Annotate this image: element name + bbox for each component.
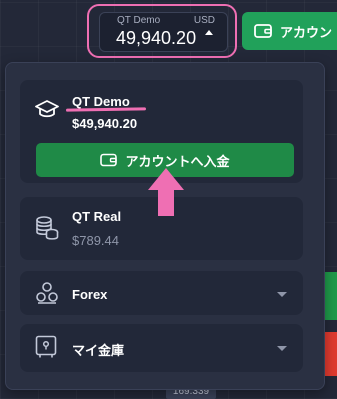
topup-button-label: アカウン — [280, 24, 333, 40]
topup-button[interactable]: アカウン — [242, 12, 337, 50]
caret-up-icon — [205, 30, 213, 35]
safe-row[interactable] — [20, 324, 303, 372]
chevron-down-icon — [277, 346, 287, 351]
real-account-title: QT Real — [72, 209, 122, 224]
chart-candle-red — [325, 332, 337, 376]
wallet-icon — [100, 153, 118, 167]
account-currency: USD — [193, 15, 215, 26]
chart-candle-green — [325, 272, 337, 320]
forex-label: Forex — [72, 287, 108, 302]
real-account-balance: $789.44 — [72, 233, 119, 248]
wallet-icon — [254, 23, 272, 39]
graduation-cap-icon — [35, 99, 59, 119]
safe-label: マイ金庫 — [72, 343, 125, 358]
forex-row[interactable] — [20, 271, 303, 315]
account-mode-label: QT Demo — [117, 15, 161, 26]
coins-stack-icon — [35, 215, 59, 241]
chevron-down-icon — [277, 292, 287, 297]
account-selector[interactable]: QT Demo USD 49,940.20 — [99, 12, 228, 52]
safe-icon — [35, 335, 57, 359]
demo-account-balance: $49,940.20 — [72, 116, 138, 131]
forex-icon — [35, 281, 59, 305]
account-balance: 49,940.20 — [116, 28, 197, 48]
arrow-annotation-icon — [148, 168, 184, 216]
